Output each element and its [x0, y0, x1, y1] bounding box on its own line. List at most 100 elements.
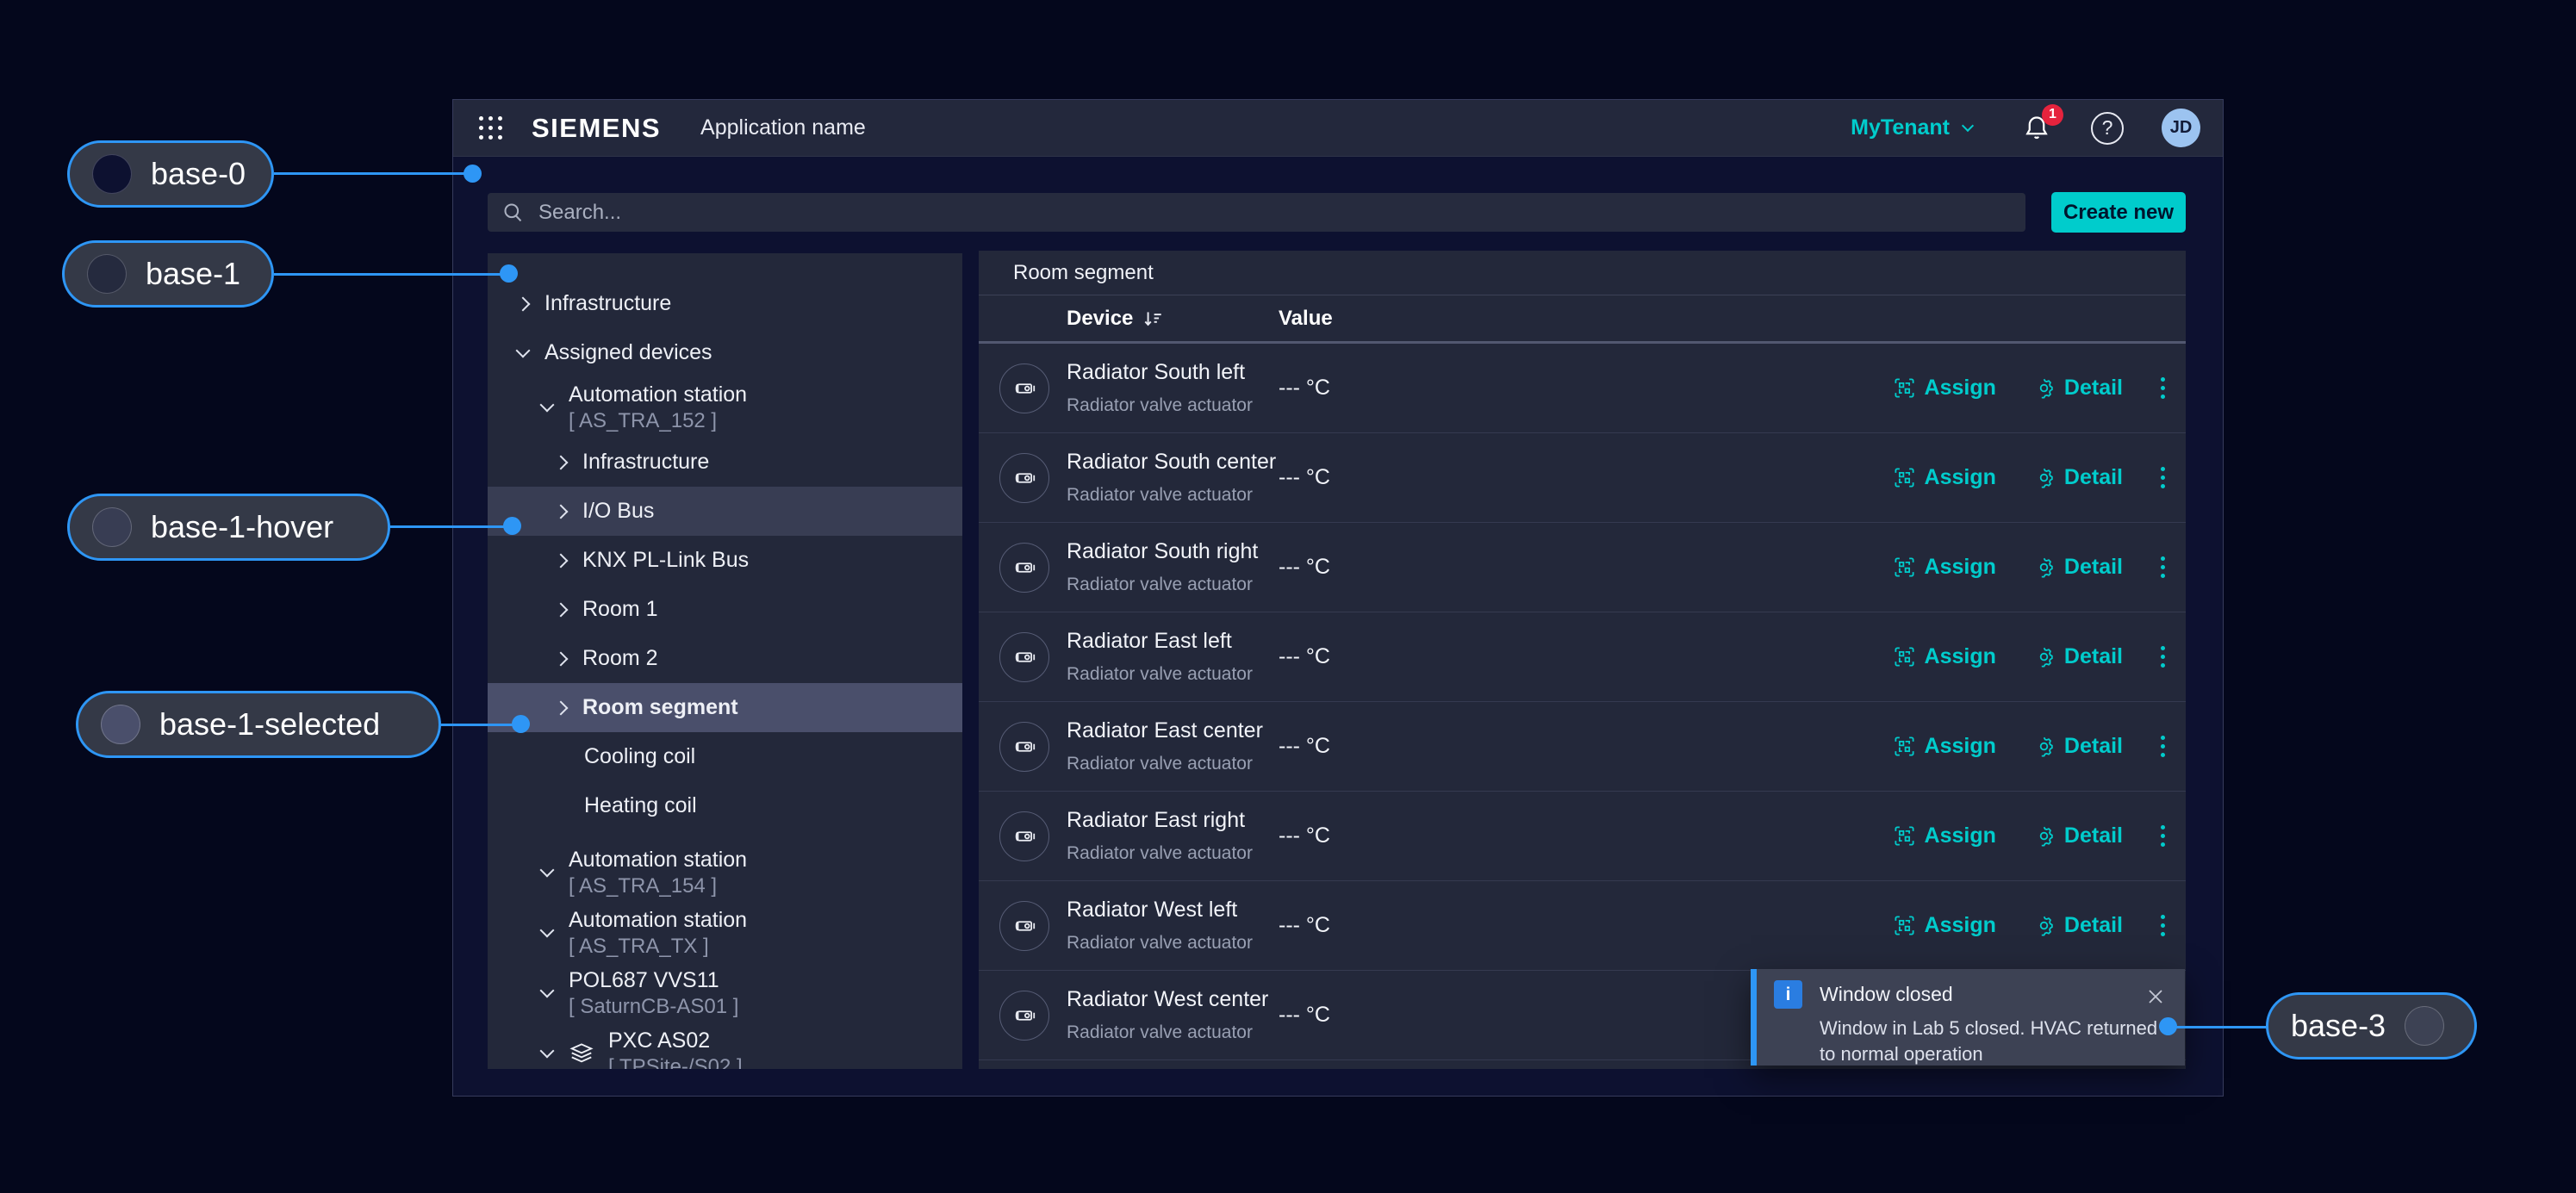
device-icon	[999, 991, 1049, 1041]
detail-button[interactable]: Detail	[2027, 375, 2128, 401]
tree-item[interactable]: Heating coil	[488, 781, 962, 830]
device-value: --- °C	[1279, 734, 1330, 759]
color-swatch	[92, 507, 132, 547]
chevron-down-icon	[1962, 119, 1974, 131]
kebab-menu-icon[interactable]	[2154, 553, 2172, 581]
detail-button[interactable]: Detail	[2027, 912, 2128, 939]
chevron-icon	[540, 984, 555, 998]
detail-button[interactable]: Detail	[2027, 733, 2128, 760]
assign-button[interactable]: Assign	[1888, 823, 2001, 849]
tree-item[interactable]: Infrastructure	[488, 438, 962, 487]
assign-button[interactable]: Assign	[1888, 733, 2001, 760]
callout-line-base-1	[274, 273, 508, 276]
kebab-menu-icon[interactable]	[2154, 822, 2172, 850]
device-name: Radiator South left	[1067, 360, 1279, 385]
device-table-panel: Room segment Device Value	[979, 251, 2186, 1069]
tenant-selector[interactable]: MyTenant	[1845, 115, 1977, 141]
callout-dot-base-1-hover	[503, 517, 521, 535]
close-icon[interactable]	[2142, 983, 2169, 1010]
table-row[interactable]: Radiator South right Radiator valve actu…	[979, 523, 2186, 612]
callout-base-1-selected: base-1-selected	[76, 691, 441, 758]
chevron-icon	[554, 553, 569, 568]
device-type: Radiator valve actuator	[1067, 664, 1279, 685]
detail-button[interactable]: Detail	[2027, 464, 2128, 491]
gear-icon	[2032, 824, 2056, 848]
tree-item[interactable]: POL687 VVS11 [ SaturnCB-AS01 ]	[488, 963, 962, 1023]
detail-button[interactable]: Detail	[2027, 823, 2128, 849]
gear-icon	[2032, 376, 2056, 400]
info-icon: i	[1774, 980, 1802, 1009]
column-value[interactable]: Value	[1279, 307, 2172, 331]
table-row[interactable]: Radiator South center Radiator valve act…	[979, 433, 2186, 523]
search-input[interactable]	[537, 200, 2012, 226]
sort-descending-icon[interactable]	[1142, 308, 1164, 330]
tree-item[interactable]: Cooling coil	[488, 732, 962, 781]
assign-button[interactable]: Assign	[1888, 464, 2001, 491]
detail-button[interactable]: Detail	[2027, 554, 2128, 581]
assign-button[interactable]: Assign	[1888, 912, 2001, 939]
tree-item-label: Room 1	[582, 596, 658, 623]
table-row[interactable]: Radiator East left Radiator valve actuat…	[979, 612, 2186, 702]
table-rows: Radiator South left Radiator valve actua…	[979, 344, 2186, 1060]
app-launcher-icon[interactable]	[476, 113, 506, 143]
tree-item-sublabel: [ AS_TRA_152 ]	[569, 408, 747, 433]
notifications-button[interactable]: 1	[2022, 113, 2051, 144]
device-value: --- °C	[1279, 913, 1330, 938]
tree-item[interactable]: Infrastructure	[488, 279, 962, 328]
notification-badge: 1	[2042, 104, 2063, 126]
callout-line-base-3	[2168, 1026, 2268, 1028]
gear-icon	[2032, 466, 2056, 489]
table-row[interactable]: Radiator South left Radiator valve actua…	[979, 344, 2186, 433]
callout-label: base-1-hover	[151, 509, 333, 545]
tree-item[interactable]: Room segment	[488, 683, 962, 732]
chevron-icon	[516, 343, 531, 357]
help-icon[interactable]: ?	[2091, 112, 2124, 145]
table-row[interactable]: Radiator West left Radiator valve actuat…	[979, 881, 2186, 971]
detail-label: Detail	[2064, 823, 2123, 848]
tree-item-label: Cooling coil	[584, 743, 695, 770]
device-icon	[999, 811, 1049, 861]
device-icon	[999, 901, 1049, 951]
device-value: --- °C	[1279, 644, 1330, 669]
tree-item[interactable]: Room 1	[488, 585, 962, 634]
chevron-icon	[540, 923, 555, 938]
app-window: SIEMENS Application name MyTenant 1 ? JD	[452, 99, 2224, 1097]
tree-item[interactable]: PXC AS02 [ TPSite-/S02 ]	[488, 1023, 962, 1069]
tree-item[interactable]: Assigned devices	[488, 328, 962, 377]
assign-button[interactable]: Assign	[1888, 375, 2001, 401]
qr-scan-icon	[1893, 824, 1916, 848]
table-row[interactable]: Radiator East right Radiator valve actua…	[979, 792, 2186, 881]
table-row[interactable]: Radiator East center Radiator valve actu…	[979, 702, 2186, 792]
device-type: Radiator valve actuator	[1067, 933, 1279, 954]
kebab-menu-icon[interactable]	[2154, 463, 2172, 492]
tree-item-sublabel: [ AS_TRA_154 ]	[569, 873, 747, 898]
tree-item[interactable]: I/O Bus	[488, 487, 962, 536]
device-type: Radiator valve actuator	[1067, 754, 1279, 774]
assign-label: Assign	[1925, 555, 1996, 580]
gear-icon	[2032, 645, 2056, 668]
assign-button[interactable]: Assign	[1888, 643, 2001, 670]
kebab-menu-icon[interactable]	[2154, 374, 2172, 402]
kebab-menu-icon[interactable]	[2154, 732, 2172, 761]
tree-item[interactable]: KNX PL-Link Bus	[488, 536, 962, 585]
detail-button[interactable]: Detail	[2027, 643, 2128, 670]
column-device[interactable]: Device	[1067, 307, 1279, 331]
tenant-label: MyTenant	[1851, 115, 1950, 140]
color-swatch	[87, 254, 127, 294]
tree-item[interactable]: Automation station [ AS_TRA_154 ]	[488, 842, 962, 903]
qr-scan-icon	[1893, 914, 1916, 937]
qr-scan-icon	[1893, 556, 1916, 579]
device-name: Radiator East left	[1067, 629, 1279, 654]
create-new-button[interactable]: Create new	[2051, 192, 2186, 233]
kebab-menu-icon[interactable]	[2154, 643, 2172, 671]
tree-item[interactable]: Room 2	[488, 634, 962, 683]
device-icon	[999, 543, 1049, 593]
tree-item[interactable]: Automation station [ AS_TRA_152 ]	[488, 377, 962, 438]
tree-item-sublabel: [ AS_TRA_TX ]	[569, 934, 747, 959]
qr-scan-icon	[1893, 735, 1916, 758]
tree-item[interactable]: Automation station [ AS_TRA_TX ]	[488, 903, 962, 963]
avatar[interactable]: JD	[2162, 109, 2200, 147]
assign-button[interactable]: Assign	[1888, 554, 2001, 581]
kebab-menu-icon[interactable]	[2154, 911, 2172, 940]
device-tree: Infrastructure Assigned devices Automati…	[488, 253, 962, 1069]
